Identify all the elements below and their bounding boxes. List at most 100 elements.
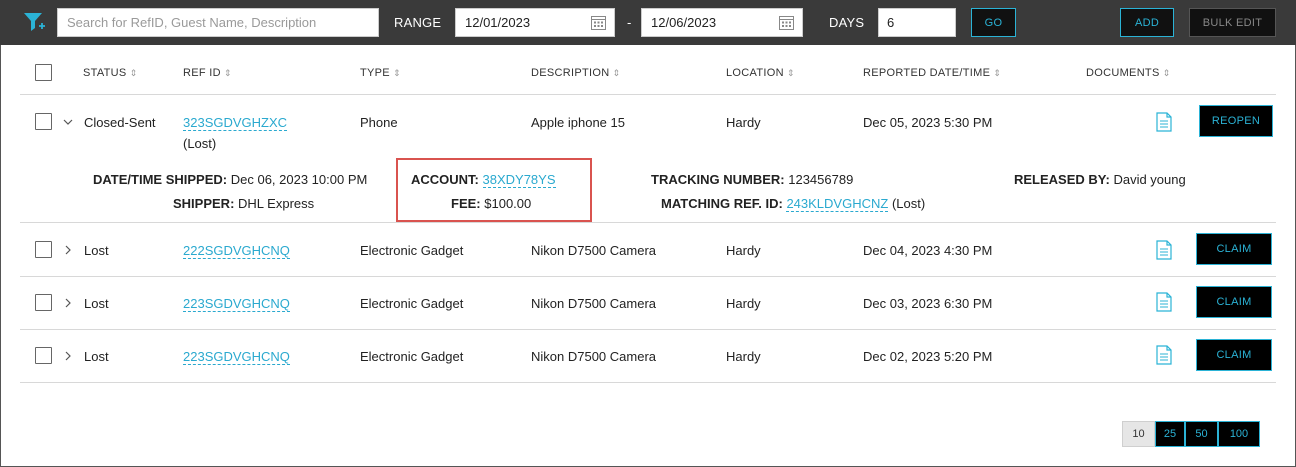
row-checkbox[interactable] (35, 113, 52, 130)
sort-icon[interactable]: ⇕ (130, 68, 138, 78)
detail-matching: MATCHING REF. ID: 243KLDVGHCNZ (Lost) (661, 196, 926, 212)
ref-id-link[interactable]: 223SGDVGHCNQ (183, 349, 290, 365)
divider (20, 276, 1276, 277)
status-cell: Lost (84, 296, 109, 311)
detail-label: DATE/TIME SHIPPED: (93, 172, 228, 187)
page-size-100[interactable]: 100 (1218, 421, 1260, 447)
chevron-right-icon[interactable] (63, 351, 73, 361)
document-icon[interactable] (1156, 345, 1172, 365)
calendar-icon[interactable] (591, 15, 606, 30)
detail-tracking: TRACKING NUMBER: 123456789 (651, 172, 853, 187)
location-cell: Hardy (726, 349, 761, 364)
description-cell: Nikon D7500 Camera (531, 296, 657, 311)
sort-icon[interactable]: ⇕ (993, 68, 1001, 78)
date-from-field[interactable] (455, 8, 615, 37)
row-checkbox[interactable] (35, 241, 52, 258)
type-cell: Electronic Gadget (360, 243, 464, 258)
toolbar: RANGE - DAYS GO ADD BULK EDIT (0, 0, 1296, 45)
sort-icon[interactable]: ⇕ (787, 68, 795, 78)
ref-id-cell: 222SGDVGHCNQ (183, 243, 290, 259)
ref-id-link[interactable]: 222SGDVGHCNQ (183, 243, 290, 259)
range-label: RANGE (394, 15, 442, 30)
date-separator: - (627, 15, 632, 30)
page-size-10[interactable]: 10 (1122, 421, 1155, 447)
ref-id-link[interactable]: 223SGDVGHCNQ (183, 296, 290, 312)
filter-add-icon[interactable] (22, 10, 46, 34)
date-from-input[interactable] (456, 9, 576, 36)
row-checkbox[interactable] (35, 294, 52, 311)
bulk-edit-button[interactable]: BULK EDIT (1189, 8, 1276, 37)
column-header-status[interactable]: STATUS ⇕ (83, 67, 137, 79)
location-cell: Hardy (726, 296, 761, 311)
claim-button[interactable]: CLAIM (1196, 339, 1272, 371)
column-header-reported[interactable]: REPORTED DATE/TIME ⇕ (863, 67, 1001, 79)
reported-cell: Dec 03, 2023 6:30 PM (863, 296, 993, 311)
days-label: DAYS (829, 15, 865, 30)
type-cell: Phone (360, 115, 398, 130)
document-icon[interactable] (1156, 240, 1172, 260)
detail-value: DHL Express (238, 196, 315, 211)
ref-status-note: (Lost) (183, 136, 217, 151)
chevron-right-icon[interactable] (63, 298, 73, 308)
claim-button[interactable]: CLAIM (1196, 233, 1272, 265)
date-to-field[interactable] (641, 8, 803, 37)
highlight-box (396, 158, 592, 222)
description-cell: Nikon D7500 Camera (531, 349, 657, 364)
sort-icon[interactable]: ⇕ (224, 68, 232, 78)
reopen-button[interactable]: REOPEN (1199, 105, 1273, 137)
status-cell: Lost (84, 349, 109, 364)
chevron-right-icon[interactable] (63, 245, 73, 255)
ref-id-cell: 223SGDVGHCNQ (183, 349, 290, 365)
days-input[interactable] (878, 8, 956, 37)
matching-ref-link[interactable]: 243KLDVGHCNZ (786, 196, 889, 212)
detail-label: SHIPPER: (173, 196, 235, 211)
column-header-description[interactable]: DESCRIPTION ⇕ (531, 67, 620, 79)
search-input[interactable] (57, 8, 379, 37)
row-checkbox[interactable] (35, 347, 52, 364)
chevron-down-icon[interactable] (63, 117, 73, 127)
page-size-50[interactable]: 50 (1185, 421, 1218, 447)
column-header-documents[interactable]: DOCUMENTS ⇕ (1086, 67, 1170, 79)
sort-icon[interactable]: ⇕ (393, 68, 401, 78)
column-header-type[interactable]: TYPE ⇕ (360, 67, 401, 79)
divider (20, 329, 1276, 330)
description-cell: Apple iphone 15 (531, 115, 625, 130)
ref-id-link[interactable]: 323SGDVGHZXC (183, 115, 288, 131)
divider (20, 94, 1276, 95)
divider (20, 222, 1276, 223)
select-all-checkbox[interactable] (35, 64, 52, 81)
detail-shipped: DATE/TIME SHIPPED: Dec 06, 2023 10:00 PM (93, 172, 367, 187)
detail-value: 123456789 (788, 172, 854, 187)
type-cell: Electronic Gadget (360, 349, 464, 364)
location-cell: Hardy (726, 115, 761, 130)
status-cell: Lost (84, 243, 109, 258)
detail-label: RELEASED BY: (1014, 172, 1110, 187)
column-header-ref-id[interactable]: REF ID ⇕ (183, 67, 232, 79)
ref-id-cell: 223SGDVGHCNQ (183, 296, 290, 312)
status-cell: Closed-Sent (84, 115, 156, 130)
divider (20, 382, 1276, 383)
detail-value: David young (1113, 172, 1186, 187)
detail-label: TRACKING NUMBER: (651, 172, 785, 187)
reported-cell: Dec 02, 2023 5:20 PM (863, 349, 993, 364)
detail-released: RELEASED BY: David young (1014, 172, 1186, 187)
sort-icon[interactable]: ⇕ (1163, 68, 1171, 78)
sort-icon[interactable]: ⇕ (612, 68, 620, 78)
description-cell: Nikon D7500 Camera (531, 243, 657, 258)
document-icon[interactable] (1156, 292, 1172, 312)
claim-button[interactable]: CLAIM (1196, 286, 1272, 318)
add-button[interactable]: ADD (1120, 8, 1174, 37)
go-button[interactable]: GO (971, 8, 1016, 37)
calendar-icon[interactable] (779, 15, 794, 30)
column-header-location[interactable]: LOCATION ⇕ (726, 67, 795, 79)
detail-label: MATCHING REF. ID: (661, 196, 783, 211)
reported-cell: Dec 04, 2023 4:30 PM (863, 243, 993, 258)
type-cell: Electronic Gadget (360, 296, 464, 311)
location-cell: Hardy (726, 243, 761, 258)
page-size-25[interactable]: 25 (1155, 421, 1185, 447)
ref-id-cell: 323SGDVGHZXC (183, 115, 288, 131)
date-to-input[interactable] (642, 9, 762, 36)
detail-shipper: SHIPPER: DHL Express (173, 196, 314, 211)
detail-value: (Lost) (891, 196, 926, 211)
document-icon[interactable] (1156, 112, 1172, 132)
